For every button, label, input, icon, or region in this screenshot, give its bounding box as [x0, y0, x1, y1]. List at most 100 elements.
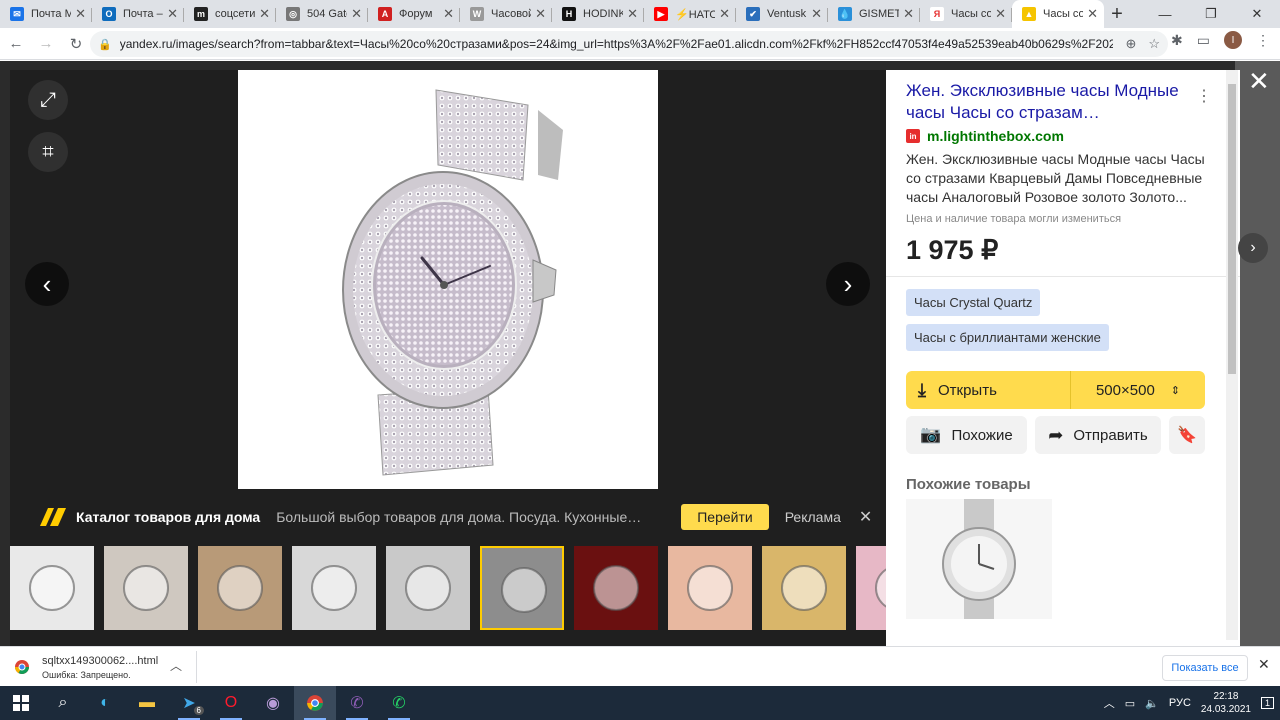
browser-tab[interactable]: Я Часы со ✕ — [920, 0, 1012, 28]
similar-button[interactable]: 📷 Похожие — [906, 416, 1027, 454]
extensions-icon[interactable]: ✱ — [1171, 32, 1183, 49]
thumbnail-watch-image — [875, 568, 886, 608]
close-viewer-icon[interactable]: ✕ — [1248, 66, 1270, 97]
share-button[interactable]: ➦ Отправить — [1035, 416, 1161, 454]
tab-close-icon[interactable]: ✕ — [259, 6, 270, 22]
bookmark-button[interactable]: 🔖 — [1169, 416, 1205, 454]
similar-goods-item[interactable] — [906, 499, 1052, 619]
background-results — [1235, 61, 1280, 646]
volume-icon[interactable]: 🔈 — [1145, 697, 1159, 710]
fullscreen-icon[interactable]: ⤢ — [28, 80, 68, 120]
result-title[interactable]: Жен. Эксклюзивные часы Модные часы Часы … — [906, 80, 1206, 124]
close-window-icon[interactable]: ✕ — [1234, 0, 1280, 28]
browser-tab[interactable]: ◎ 504 Gate ✕ — [276, 0, 368, 28]
browser-tab[interactable]: ✉ Почта М ✕ — [0, 0, 92, 28]
tab-close-icon[interactable]: ✕ — [75, 6, 86, 22]
search-icon[interactable]: ⌕ — [42, 686, 84, 720]
browser-tab[interactable]: W Часовой ✕ — [460, 0, 552, 28]
opera-icon[interactable]: O — [210, 686, 252, 720]
tab-close-icon[interactable]: ✕ — [351, 6, 362, 22]
tab-close-icon[interactable]: ✕ — [627, 6, 638, 22]
tab-favicon-icon: m — [194, 7, 208, 21]
size-selector[interactable]: 500×500 ⇕ — [1071, 382, 1205, 399]
menu-icon[interactable]: ⋮ — [1256, 32, 1270, 49]
crop-icon[interactable]: ⌗ — [28, 132, 68, 172]
forward-icon[interactable]: → — [32, 30, 60, 58]
thumbnail[interactable] — [10, 546, 94, 630]
minimize-icon[interactable]: — — [1142, 0, 1188, 28]
new-tab-icon[interactable]: + — [1104, 0, 1130, 28]
address-bar[interactable]: 🔒 yandex.ru/images/search?from=tabbar&te… — [90, 31, 1168, 57]
reload-icon[interactable]: ↻ — [62, 30, 90, 58]
thumbnail[interactable] — [762, 546, 846, 630]
viber-icon[interactable]: ✆ — [336, 686, 378, 720]
edge-icon[interactable]: ◐ — [84, 686, 126, 720]
next-image-button[interactable]: › — [826, 262, 870, 306]
tab-favicon-icon: H — [562, 7, 576, 21]
tab-close-icon[interactable]: ✕ — [167, 6, 178, 22]
tray-arrow-icon[interactable]: ︿ — [1104, 695, 1115, 711]
tab-favicon-icon: ▶ — [654, 7, 668, 21]
browser-tab[interactable]: O Почта – ✕ — [92, 0, 184, 28]
ad-title[interactable]: Каталог товаров для дома — [76, 509, 260, 525]
bookmark-star-icon[interactable]: ☆ — [1148, 36, 1160, 52]
results-next-icon[interactable]: › — [1238, 233, 1268, 263]
language-indicator[interactable]: РУС — [1169, 697, 1191, 709]
tab-close-icon[interactable]: ✕ — [443, 6, 454, 22]
thumbnail[interactable] — [856, 546, 886, 630]
tab-label: соцсети — [215, 8, 256, 20]
explorer-icon[interactable]: ▬ — [126, 686, 168, 720]
ad-go-button[interactable]: Перейти — [681, 504, 769, 530]
whatsapp-icon[interactable]: ✆ — [378, 686, 420, 720]
browser-tab[interactable]: 💧 GISMET ✕ — [828, 0, 920, 28]
tab-close-icon[interactable]: ✕ — [719, 6, 730, 22]
thumbnail[interactable] — [104, 546, 188, 630]
tab-close-icon[interactable]: ✕ — [811, 6, 822, 22]
clock[interactable]: 22:18 24.03.2021 — [1201, 690, 1251, 716]
scrollbar[interactable] — [1226, 70, 1238, 640]
prev-image-button[interactable]: ‹ — [25, 262, 69, 306]
browser-tab[interactable]: A Форум ✕ — [368, 0, 460, 28]
tab-close-icon[interactable]: ✕ — [1087, 6, 1098, 22]
reading-list-icon[interactable]: ▭ — [1197, 32, 1210, 49]
network-icon[interactable]: ▭ — [1125, 697, 1135, 710]
browser-tab[interactable]: H HODINK ✕ — [552, 0, 644, 28]
price: 1 975 ₽ — [906, 235, 999, 265]
thumbnail[interactable] — [386, 546, 470, 630]
download-item[interactable]: sqltxx149300062....html Ошибка: Запрещен… — [14, 651, 194, 683]
thumbnail[interactable] — [668, 546, 752, 630]
telegram-icon[interactable]: ➤ 6 — [168, 686, 210, 720]
zoom-icon[interactable]: ⊕ — [1125, 36, 1136, 52]
thumbnail[interactable] — [480, 546, 564, 630]
telegram-badge: 6 — [193, 706, 204, 715]
tab-close-icon[interactable]: ✕ — [903, 6, 914, 22]
thumbnail[interactable] — [198, 546, 282, 630]
profile-avatar[interactable]: I — [1224, 31, 1242, 49]
chrome-icon[interactable] — [294, 686, 336, 720]
open-button[interactable]: ⤓ Открыть — [906, 371, 1071, 409]
browser-tab[interactable]: ▶ ⚡НАТО ✕ — [644, 0, 736, 28]
thumbnail[interactable] — [574, 546, 658, 630]
chevron-up-icon[interactable]: ︿ — [170, 657, 182, 674]
close-downloads-icon[interactable]: ✕ — [1258, 656, 1270, 673]
show-all-button[interactable]: Показать все — [1162, 655, 1248, 681]
browser-tab[interactable]: m соцсети ✕ — [184, 0, 276, 28]
main-image[interactable] — [238, 70, 658, 489]
tag-crystal-quartz[interactable]: Часы Crystal Quartz — [906, 289, 1041, 316]
ad-text[interactable]: Большой выбор товаров для дома. Посуда. … — [276, 509, 671, 525]
thumbnail[interactable] — [292, 546, 376, 630]
more-options-icon[interactable]: ⋮ — [1196, 86, 1212, 106]
tab-close-icon[interactable]: ✕ — [535, 6, 546, 22]
restore-icon[interactable]: ❐ — [1188, 0, 1234, 28]
notification-icon[interactable]: 1 — [1260, 697, 1274, 709]
tab-close-icon[interactable]: ✕ — [995, 6, 1006, 22]
browser-tab[interactable]: ▲ Часы со ✕ — [1012, 0, 1104, 28]
browser-tab[interactable]: ✔ Ventusk ✕ — [736, 0, 828, 28]
ad-close-icon[interactable]: ✕ — [859, 507, 872, 527]
thumbnail-watch-image — [687, 565, 733, 611]
tag-diamond-watches[interactable]: Часы с бриллиантами женские — [906, 324, 1109, 351]
result-site[interactable]: in m.lightinthebox.com — [906, 128, 1220, 144]
back-icon[interactable]: ← — [2, 30, 30, 58]
tor-icon[interactable]: ◉ — [252, 686, 294, 720]
windows-start-icon[interactable] — [0, 686, 42, 720]
